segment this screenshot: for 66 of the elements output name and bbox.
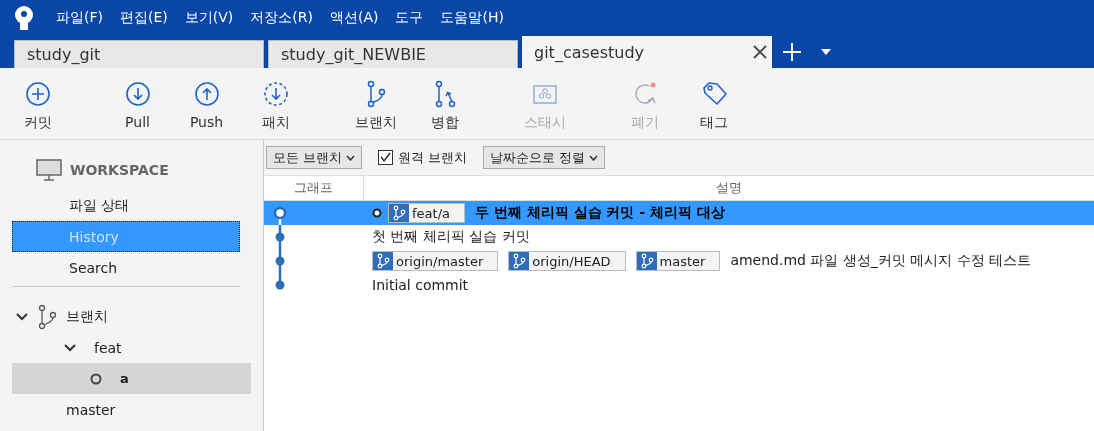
- column-header[interactable]: 설명: [364, 176, 1094, 200]
- down-arrow-circle-icon: [123, 80, 152, 108]
- head-marker-icon: [372, 208, 382, 218]
- chevron-down-icon[interactable]: [64, 342, 76, 353]
- branch-icon: [636, 252, 657, 270]
- up-arrow-circle-icon: [192, 80, 221, 108]
- branch-label: master: [635, 251, 721, 271]
- logo-icon: [12, 5, 36, 31]
- section-title: WORKSPACE: [70, 162, 169, 178]
- tab-label: git_casestudy: [534, 42, 645, 62]
- toolbar-button[interactable]: 태그: [679, 68, 748, 139]
- branch-label: a: [120, 371, 129, 386]
- close-icon[interactable]: [752, 44, 768, 60]
- menu-item[interactable]: 저장소(R): [250, 9, 324, 27]
- toolbar-button[interactable]: Pull: [103, 68, 172, 139]
- menu-item[interactable]: 파일(F): [56, 9, 114, 27]
- sidebar-item[interactable]: Search: [12, 252, 240, 283]
- toolbar-button[interactable]: 패치: [241, 68, 310, 139]
- remote-branches-checkbox[interactable]: 원격 브랜치: [372, 147, 474, 168]
- tab[interactable]: study_git: [14, 40, 264, 68]
- commit-message: Initial commit: [372, 277, 469, 293]
- toolbar-button[interactable]: 병합: [410, 68, 479, 139]
- checkmark-icon: [380, 152, 392, 163]
- menu-item[interactable]: 편집(E): [120, 9, 179, 27]
- branch-icon: [373, 252, 393, 270]
- branch-label: origin/master: [372, 251, 499, 271]
- chevron-down-icon[interactable]: [16, 311, 28, 322]
- branch-label: origin/HEAD: [508, 251, 626, 271]
- commit-message: 두 번째 체리픽 실습 커밋 - 체리픽 대상: [475, 204, 725, 222]
- commit-row[interactable]: feat/a 두 번째 체리픽 실습 커밋 - 체리픽 대상: [264, 201, 1094, 225]
- dropdown-icon[interactable]: [820, 48, 832, 56]
- branch-folder[interactable]: feat: [94, 339, 122, 356]
- toolbar-button[interactable]: Push: [172, 68, 241, 139]
- toolbar-button[interactable]: 브랜치: [341, 68, 410, 139]
- section-title: 브랜치: [66, 307, 108, 326]
- menu-item[interactable]: 액션(A): [329, 9, 390, 27]
- monitor-icon: [36, 159, 62, 181]
- branch-dropdown[interactable]: 모든 브랜치: [266, 146, 363, 169]
- branch-label: feat/a: [388, 203, 465, 223]
- sort-dropdown[interactable]: 날짜순으로 정렬: [483, 146, 606, 169]
- commit-message: 첫 번째 체리픽 실습 커밋: [372, 228, 530, 246]
- tab-label: study_git: [27, 45, 101, 64]
- menu-item[interactable]: 도움말(H): [440, 9, 515, 27]
- commit-row[interactable]: Initial commit: [264, 273, 1094, 297]
- branch-item[interactable]: a: [12, 363, 251, 394]
- commit-row[interactable]: origin/master origin/HEAD master amend.md 파일 생성_커밋 메시지 수정 테스트: [264, 249, 1094, 273]
- branch-icon: [389, 204, 409, 222]
- branch-icon: [509, 252, 530, 270]
- add-tab-icon[interactable]: [782, 42, 802, 62]
- plus-circle-icon: [23, 80, 52, 108]
- branch-icon: [36, 303, 58, 330]
- branch-item[interactable]: master: [12, 394, 251, 425]
- caret-icon: [346, 154, 356, 161]
- branch-label: master: [66, 401, 116, 418]
- tab-label: study_git_NEWBIE: [281, 45, 426, 64]
- caret-icon: [589, 154, 599, 161]
- column-header[interactable]: 그래프: [264, 176, 364, 200]
- toolbar-button[interactable]: 커밋: [3, 68, 72, 139]
- menu-item[interactable]: 도구: [395, 9, 435, 27]
- current-branch-icon: [90, 372, 102, 385]
- menu-item[interactable]: 보기(V): [184, 9, 245, 27]
- sidebar-item[interactable]: 파일 상태: [12, 190, 240, 221]
- tab[interactable]: git_casestudy: [522, 36, 772, 68]
- commit-message: amend.md 파일 생성_커밋 메시지 수정 테스트: [730, 252, 1032, 270]
- tab[interactable]: study_git_NEWBIE: [268, 40, 518, 68]
- commit-row[interactable]: 첫 번째 체리픽 실습 커밋: [264, 225, 1094, 249]
